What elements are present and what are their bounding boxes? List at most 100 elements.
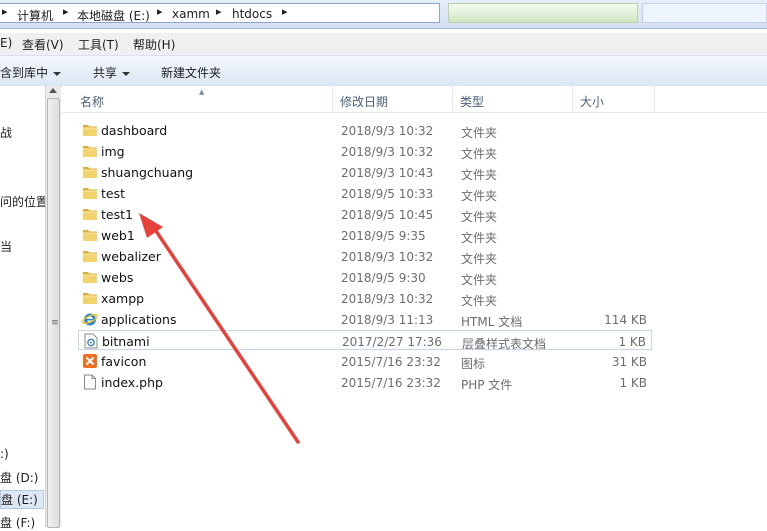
menu-edit[interactable]: E) [0, 36, 12, 50]
file-name: bitnami [102, 334, 150, 349]
file-row[interactable]: web1 2018/9/5 9:35 文件夹 [78, 225, 652, 245]
blank-file-icon [82, 374, 98, 390]
folder-icon [82, 143, 98, 159]
file-row[interactable]: xampp 2018/9/3 10:32 文件夹 [78, 288, 652, 308]
column-divider[interactable] [332, 86, 333, 112]
column-size[interactable]: 大小 [580, 93, 604, 110]
search-box[interactable] [642, 3, 767, 23]
navigation-pane: 战 问的位置 当 :) 盘 (D:) 盘 (E:) 盘 (F:) [0, 86, 48, 530]
chevron-down-icon [122, 71, 131, 76]
breadcrumb-separator-icon[interactable]: ▸ [282, 5, 288, 18]
nav-item-drive-d[interactable]: 盘 (D:) [0, 469, 38, 486]
chevron-down-icon [53, 71, 62, 76]
share-label: 共享 [93, 66, 118, 80]
nav-item[interactable]: 问的位置 [0, 193, 48, 210]
folder-icon [82, 206, 98, 222]
address-bar: ▸ 计算机 ▸ 本地磁盘 (E:) ▸ xamm ▸ htdocs ▸ [0, 0, 767, 29]
css-file-icon [83, 333, 99, 349]
file-name: test1 [101, 207, 133, 222]
file-type: 文件夹 [461, 147, 498, 161]
file-name: webalizer [101, 249, 161, 264]
nav-item[interactable]: :) [0, 447, 9, 461]
file-row[interactable]: favicon 2015/7/16 23:32 图标 31 KB [78, 351, 652, 371]
column-divider[interactable] [572, 86, 573, 112]
file-row[interactable]: test 2018/9/5 10:33 文件夹 [78, 183, 652, 203]
file-size: 1 KB [618, 335, 646, 349]
sort-ascending-icon: ▲ [199, 88, 205, 96]
toolbar: 含到库中 共享 新建文件夹 [0, 55, 767, 87]
file-type: 图标 [461, 357, 486, 371]
file-row[interactable]: applications 2018/9/3 11:13 HTML 文档 114 KB [78, 309, 652, 329]
file-size: 31 KB [611, 355, 647, 369]
folder-icon [82, 164, 98, 180]
column-divider[interactable] [452, 86, 453, 112]
include-in-library-button[interactable]: 含到库中 [0, 64, 62, 81]
folder-icon [82, 122, 98, 138]
folder-icon [82, 185, 98, 201]
file-type: 文件夹 [461, 273, 498, 287]
file-name: favicon [101, 354, 147, 369]
file-type: PHP 文件 [461, 378, 513, 392]
file-row[interactable]: index.php 2015/7/16 23:32 PHP 文件 1 KB [78, 372, 652, 392]
file-row[interactable]: shuangchuang 2018/9/3 10:43 文件夹 [78, 162, 652, 182]
nav-item-drive-f[interactable]: 盘 (F:) [0, 514, 35, 531]
file-date: 2015/7/16 23:32 [341, 376, 441, 390]
file-date: 2018/9/3 10:32 [341, 292, 434, 306]
file-name: xampp [101, 291, 145, 306]
breadcrumb-xamm[interactable]: xamm [172, 7, 210, 21]
address-breadcrumb[interactable]: ▸ 计算机 ▸ 本地磁盘 (E:) ▸ xamm ▸ htdocs ▸ [0, 3, 440, 23]
file-row[interactable]: test1 2018/9/5 10:45 文件夹 [78, 204, 652, 224]
file-row[interactable]: webs 2018/9/5 9:30 文件夹 [78, 267, 652, 287]
file-date: 2018/9/3 10:32 [341, 145, 434, 159]
breadcrumb-htdocs[interactable]: htdocs [232, 7, 272, 21]
menu-tools[interactable]: 工具(T) [78, 36, 119, 53]
nav-item[interactable]: 战 [0, 124, 12, 141]
nav-item-drive-e[interactable]: 盘 (E:) [0, 490, 44, 509]
file-type: 层叠样式表文档 [462, 337, 547, 351]
breadcrumb-computer[interactable]: 计算机 [17, 7, 53, 24]
file-row[interactable]: webalizer 2018/9/3 10:32 文件夹 [78, 246, 652, 266]
nav-item[interactable]: 当 [0, 238, 12, 255]
column-header: ▲ 名称 修改日期 类型 大小 [62, 86, 767, 113]
column-name[interactable]: 名称 [80, 93, 104, 110]
column-date[interactable]: 修改日期 [340, 93, 388, 110]
file-date: 2018/9/5 10:45 [341, 208, 434, 222]
breadcrumb-drive-e[interactable]: 本地磁盘 (E:) [77, 7, 150, 24]
file-row[interactable]: bitnami 2017/2/27 17:36 层叠样式表文档 1 KB [78, 330, 652, 351]
breadcrumb-separator-icon[interactable]: ▸ [2, 5, 8, 18]
file-row[interactable]: dashboard 2018/9/3 10:32 文件夹 [78, 120, 652, 140]
file-date: 2017/2/27 17:36 [342, 335, 442, 349]
menu-view[interactable]: 查看(V) [22, 36, 64, 53]
breadcrumb-separator-icon[interactable]: ▸ [216, 5, 222, 18]
folder-icon [82, 290, 98, 306]
file-date: 2018/9/5 9:35 [341, 229, 426, 243]
file-type: 文件夹 [461, 168, 498, 182]
menu-help[interactable]: 帮助(H) [133, 36, 175, 53]
new-folder-button[interactable]: 新建文件夹 [161, 64, 221, 81]
file-date: 2018/9/3 10:43 [341, 166, 434, 180]
column-type[interactable]: 类型 [460, 93, 484, 110]
file-name: web1 [101, 228, 135, 243]
breadcrumb-separator-icon[interactable]: ▸ [63, 5, 69, 18]
file-name: img [101, 144, 125, 159]
include-label: 含到库中 [0, 66, 49, 80]
file-date: 2018/9/3 11:13 [341, 313, 434, 327]
file-date: 2018/9/5 9:30 [341, 271, 426, 285]
folder-icon [82, 248, 98, 264]
refresh-area[interactable] [448, 3, 638, 23]
column-divider[interactable] [654, 86, 655, 112]
file-size: 1 KB [619, 376, 647, 390]
breadcrumb-separator-icon[interactable]: ▸ [157, 5, 163, 18]
folder-icon [82, 227, 98, 243]
ie-html-icon [81, 311, 99, 327]
share-button[interactable]: 共享 [93, 64, 131, 81]
file-type: 文件夹 [461, 252, 498, 266]
file-row[interactable]: img 2018/9/3 10:32 文件夹 [78, 141, 652, 161]
scroll-up-icon[interactable] [49, 88, 57, 93]
menu-bar: E) 查看(V) 工具(T) 帮助(H) [0, 33, 767, 55]
navigation-scrollbar[interactable]: ≡ [45, 86, 61, 528]
file-date: 2015/7/16 23:32 [341, 355, 441, 369]
file-type: 文件夹 [461, 126, 498, 140]
file-name: webs [101, 270, 134, 285]
scrollbar-thumb[interactable]: ≡ [47, 98, 60, 528]
